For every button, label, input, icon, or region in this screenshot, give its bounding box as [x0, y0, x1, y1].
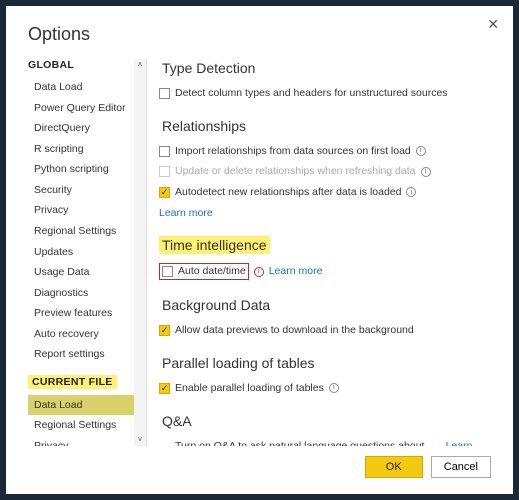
info-icon[interactable]: i — [254, 267, 264, 277]
checkbox-import-rel[interactable] — [159, 146, 170, 157]
info-icon[interactable]: i — [416, 146, 426, 156]
info-icon[interactable]: i — [406, 187, 416, 197]
label-qa: Turn on Q&A to ask natural language ques… — [175, 439, 426, 447]
link-learn-more-qa[interactable]: Learn more — [446, 439, 491, 447]
sidebar-item-autorec-g[interactable]: Auto recovery — [28, 324, 146, 345]
checkbox-parallel[interactable]: ✓ — [159, 383, 170, 394]
section-bg-data: Background Data — [159, 296, 273, 314]
sidebar-item-diag[interactable]: Diagnostics — [28, 282, 146, 303]
sidebar-item-regional-c[interactable]: Regional Settings — [28, 415, 146, 436]
dialog-title: Options — [28, 24, 491, 45]
label-autodetect-rel: Autodetect new relationships after data … — [175, 185, 401, 200]
sidebar-item-regional-g[interactable]: Regional Settings — [28, 221, 146, 242]
checkbox-update-rel — [159, 166, 170, 177]
sidebar-item-pqe[interactable]: Power Query Editor — [28, 98, 146, 119]
dialog-body: GLOBAL Data Load Power Query Editor Dire… — [28, 59, 491, 446]
sidebar-item-data-load-c[interactable]: Data Load — [28, 395, 146, 416]
sidebar-item-privacy-c[interactable]: Privacy — [28, 436, 146, 446]
section-relationships: Relationships — [159, 117, 249, 135]
checkbox-auto-date[interactable] — [162, 266, 173, 277]
checkbox-bg-preview[interactable]: ✓ — [159, 325, 170, 336]
sidebar-item-usage[interactable]: Usage Data — [28, 262, 146, 283]
sidebar-scrollbar[interactable]: ˄ ˅ — [134, 59, 146, 446]
label-type-detect: Detect column types and headers for unst… — [175, 86, 448, 101]
content-pane: Type Detection Detect column types and h… — [157, 59, 491, 446]
cancel-button[interactable]: Cancel — [431, 456, 491, 478]
link-learn-more-rel[interactable]: Learn more — [159, 206, 213, 221]
chevron-down-icon[interactable]: ˅ — [134, 434, 146, 446]
label-update-rel: Update or delete relationships when refr… — [175, 164, 416, 179]
sidebar-item-privacy-g[interactable]: Privacy — [28, 200, 146, 221]
sidebar-item-preview[interactable]: Preview features — [28, 303, 146, 324]
divider — [146, 59, 147, 446]
sidebar-item-data-load-g[interactable]: Data Load — [28, 77, 146, 98]
sidebar: GLOBAL Data Load Power Query Editor Dire… — [28, 59, 146, 446]
sidebar-item-updates[interactable]: Updates — [28, 241, 146, 262]
info-icon[interactable]: i — [329, 383, 339, 393]
sidebar-item-r[interactable]: R scripting — [28, 139, 146, 160]
options-dialog: ✕ Options GLOBAL Data Load Power Query E… — [6, 6, 513, 494]
info-icon[interactable]: i — [421, 167, 431, 177]
sidebar-item-python[interactable]: Python scripting — [28, 159, 146, 180]
sidebar-item-report[interactable]: Report settings — [28, 344, 146, 365]
chevron-up-icon[interactable]: ˄ — [134, 59, 146, 71]
link-learn-more-time[interactable]: Learn more — [269, 264, 323, 279]
section-qa: Q&A — [159, 412, 195, 430]
section-parallel: Parallel loading of tables — [159, 354, 318, 372]
sidebar-head-global: GLOBAL — [28, 59, 146, 71]
label-auto-date: Auto date/time — [178, 264, 246, 279]
close-icon[interactable]: ✕ — [487, 16, 499, 33]
footer: OK Cancel — [28, 446, 491, 478]
label-import-rel: Import relationships from data sources o… — [175, 144, 411, 159]
checkbox-autodetect-rel[interactable]: ✓ — [159, 187, 170, 198]
section-type-detection: Type Detection — [159, 59, 258, 77]
checkbox-type-detect[interactable] — [159, 88, 170, 99]
ok-button[interactable]: OK — [365, 456, 423, 478]
sidebar-head-current: CURRENT FILE — [28, 375, 117, 389]
label-parallel: Enable parallel loading of tables — [175, 381, 324, 396]
sidebar-item-security[interactable]: Security — [28, 180, 146, 201]
label-bg-preview: Allow data previews to download in the b… — [175, 323, 414, 338]
section-time-intel: Time intelligence — [159, 236, 270, 254]
sidebar-item-directquery[interactable]: DirectQuery — [28, 118, 146, 139]
